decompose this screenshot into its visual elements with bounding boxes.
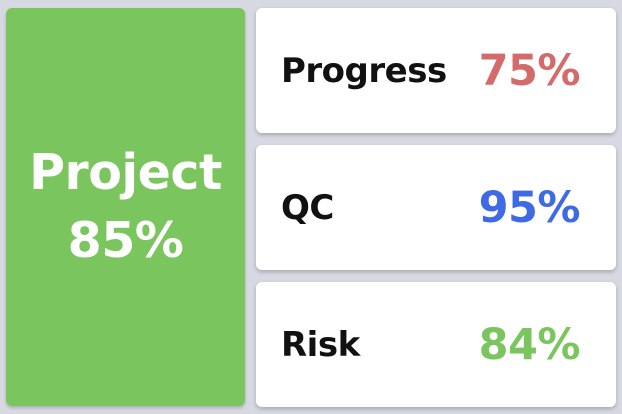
project-label: Project bbox=[29, 144, 222, 201]
project-value: 85% bbox=[67, 212, 184, 269]
qc-label: QC bbox=[281, 187, 334, 228]
risk-card[interactable]: Risk 84% bbox=[256, 282, 616, 407]
project-summary-card[interactable]: Project 85% bbox=[6, 8, 245, 406]
qc-card[interactable]: QC 95% bbox=[256, 145, 616, 270]
progress-value: 75% bbox=[478, 45, 581, 96]
progress-card[interactable]: Progress 75% bbox=[256, 8, 616, 133]
risk-value: 84% bbox=[478, 319, 581, 370]
progress-label: Progress bbox=[281, 50, 447, 91]
qc-value: 95% bbox=[478, 182, 581, 233]
risk-label: Risk bbox=[281, 324, 360, 365]
